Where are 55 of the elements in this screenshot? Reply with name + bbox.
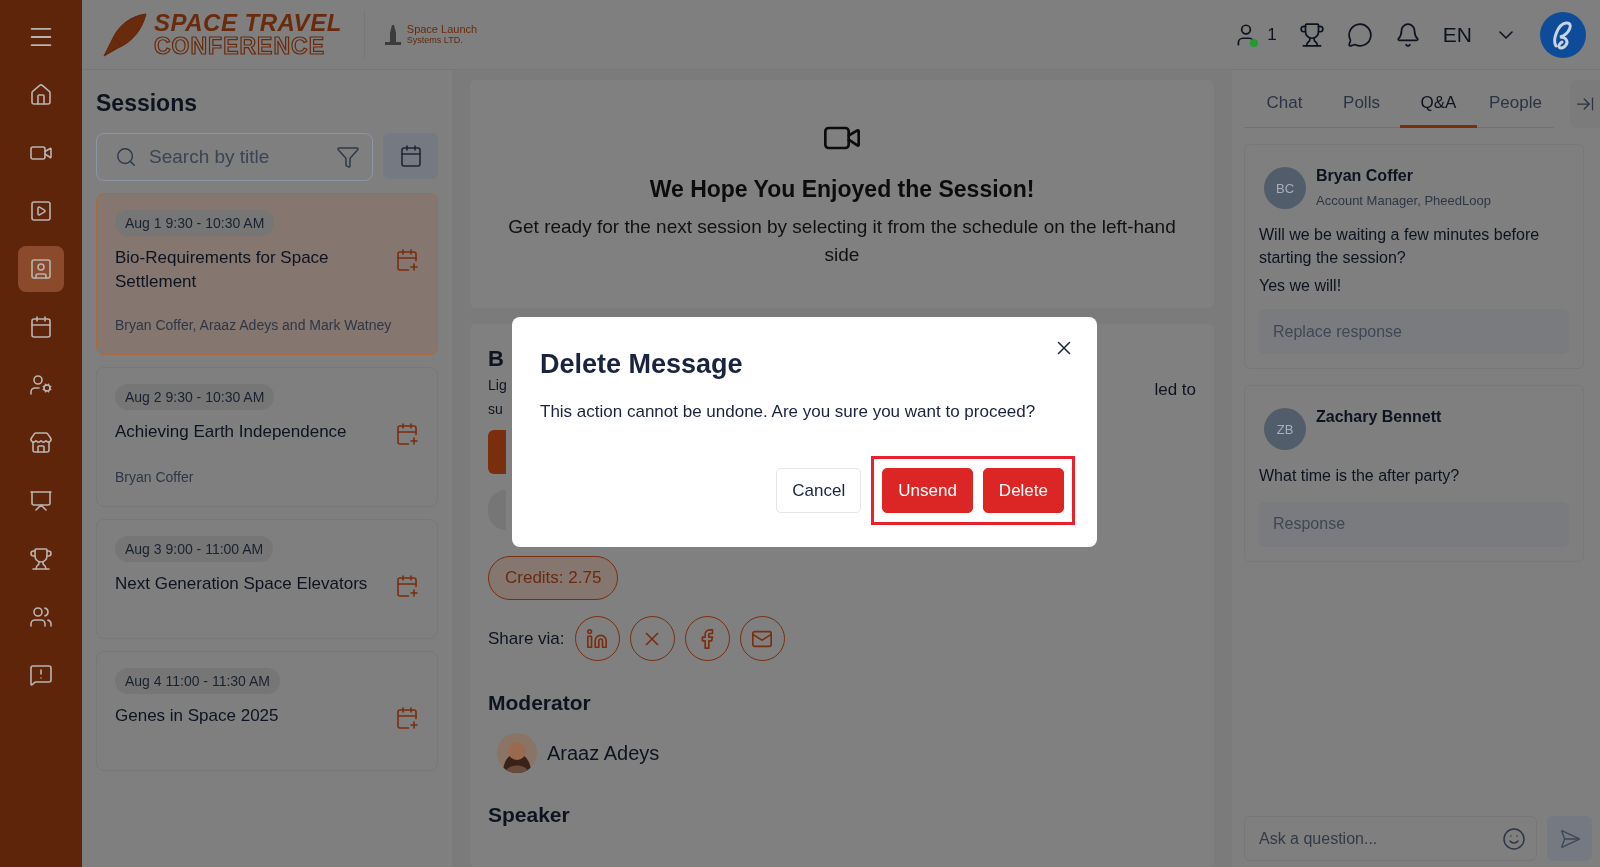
speaker-heading: Speaker (488, 803, 571, 827)
logo-subtitle: CONFERENCE (154, 35, 326, 58)
asker-name: Zachary Bennett (1316, 408, 1442, 427)
session-time: Aug 4 11:00 - 11:30 AM (115, 668, 281, 695)
session-time: Aug 1 9:30 - 10:30 AM (115, 210, 275, 236)
sponsor-name: Space Launch (406, 24, 478, 36)
panel-tab[interactable]: Q&A (1400, 80, 1477, 128)
session-speakers: Bryan Coffer (115, 468, 195, 487)
moderator-heading: Moderator (488, 691, 592, 715)
question-text: Will we be waiting a few minutes before starting the session? (1259, 225, 1541, 269)
danger-button[interactable]: Unsend (882, 468, 973, 513)
answer-text: Yes we will! (1259, 277, 1343, 296)
logo-title: SPACE TRAVEL (154, 11, 342, 35)
session-card[interactable]: Aug 3 9:00 - 11:00 AM Next Generation Space Elevators (96, 519, 438, 640)
session-title: Bio-Requirements for Space Settlement (115, 247, 330, 293)
cancel-button[interactable]: Cancel (776, 468, 862, 513)
session-ended-title: We Hope You Enjoyed the Session! (649, 176, 1035, 203)
dialog-message: This action cannot be undone. Are you sure you want to proceed? (539, 401, 1037, 423)
moderator-name: Araaz Adeys (547, 741, 660, 765)
response-field[interactable]: Response (1259, 501, 1569, 547)
question-text: What time is the after party? (1259, 466, 1461, 487)
panel-tab[interactable]: Polls (1323, 80, 1400, 128)
asker-name: Bryan Coffer (1316, 167, 1414, 185)
session-title: Genes in Space 2025 (115, 705, 279, 728)
session-ended-message: Get ready for the next session by selecting it from the schedule on the left-hand side (507, 215, 1177, 267)
description-text: su (488, 400, 504, 419)
asker-role: Account Manager, PheedLoop (1316, 193, 1491, 208)
session-title: Achieving Earth Independence (115, 421, 347, 443)
session-title: Next Generation Space Elevators (115, 573, 368, 596)
search-input[interactable]: Search by title (147, 145, 326, 169)
dialog-title: Delete Message (539, 349, 744, 380)
question-input[interactable]: Ask a question... (1257, 828, 1502, 849)
session-card[interactable]: Aug 4 11:00 - 11:30 AM Genes in Space 2025 (96, 651, 438, 772)
danger-button[interactable]: Delete (982, 468, 1064, 513)
panel-tab[interactable]: Chat (1246, 80, 1323, 128)
session-card[interactable]: Aug 2 9:30 - 10:30 AM Achieving Earth Independence Bryan Coffer (96, 367, 438, 508)
session-card[interactable]: Aug 1 9:30 - 10:30 AM Bio-Requirements for Space Settlement Bryan Coffer, Araaz Adeys and Mark Watney (96, 193, 438, 355)
initials-avatar: ZB (1264, 408, 1306, 451)
question-bar[interactable]: Ask a question... (1244, 816, 1537, 861)
search-bar[interactable]: Search by title (96, 133, 373, 181)
credits-badge: Credits: 2.75 (488, 556, 619, 600)
initials-avatar: BC (1264, 167, 1306, 209)
share-label: Share via: (488, 628, 565, 649)
session-heading: B (488, 346, 505, 372)
session-time: Aug 2 9:30 - 10:30 AM (115, 384, 275, 410)
online-count: 1 (1267, 24, 1277, 45)
session-speakers: Bryan Coffer, Araaz Adeys and Mark Watney (115, 315, 393, 335)
language-selector[interactable]: EN (1442, 22, 1472, 47)
panel-tab[interactable]: People (1477, 80, 1554, 128)
response-field[interactable]: Replace response (1259, 309, 1569, 355)
sponsor-subtitle: Systems LTD. (406, 35, 464, 45)
session-time: Aug 3 9:00 - 11:00 AM (115, 536, 274, 563)
description-text: led to (1154, 380, 1196, 400)
description-text: Lig (488, 376, 507, 395)
sessions-heading: Sessions (96, 90, 198, 117)
